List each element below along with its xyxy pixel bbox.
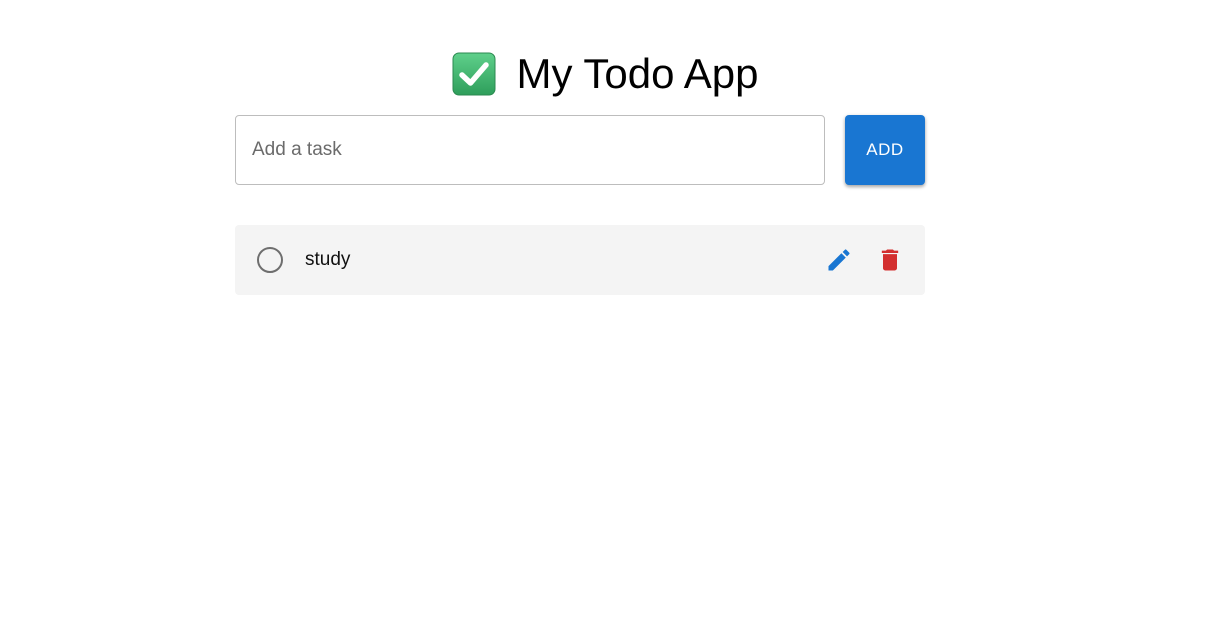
page-title: My Todo App xyxy=(516,50,759,97)
todo-list: study xyxy=(235,225,925,295)
edit-button[interactable] xyxy=(824,245,854,275)
todo-item: study xyxy=(235,225,925,295)
add-task-button[interactable]: ADD xyxy=(845,115,925,185)
task-input[interactable] xyxy=(235,115,825,185)
check-box-icon xyxy=(452,52,496,96)
todo-app: My Todo App ADD study xyxy=(0,0,1211,641)
app-header: My Todo App xyxy=(0,48,1211,100)
pencil-icon xyxy=(828,249,850,271)
trash-icon xyxy=(881,249,899,271)
delete-button[interactable] xyxy=(875,245,905,275)
task-text: study xyxy=(305,249,351,270)
complete-toggle[interactable] xyxy=(257,247,283,273)
